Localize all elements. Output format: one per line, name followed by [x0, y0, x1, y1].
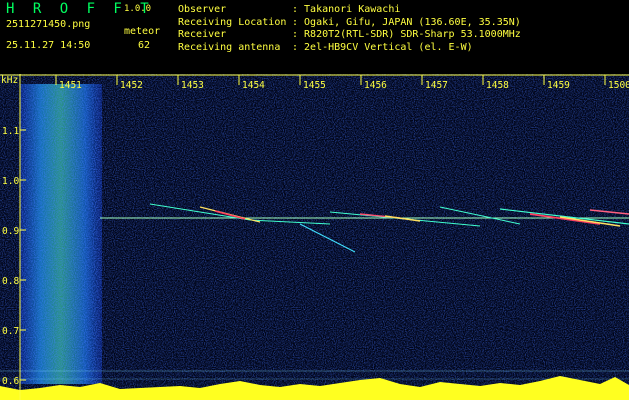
- interference-band-noise: [20, 84, 102, 384]
- time-tick-label: 1459: [547, 80, 570, 91]
- frequency-tick-label: 0.8: [2, 276, 19, 287]
- capture-datetime: 25.11.27 14:50: [6, 40, 91, 51]
- frequency-tick-label: 0.9: [2, 226, 19, 237]
- frequency-unit-label: kHz: [1, 75, 18, 86]
- time-tick-label: 1451: [59, 80, 82, 91]
- time-tick-label: 1458: [486, 80, 509, 91]
- info-antenna: Receiving antenna: 2el-HB9CV Vertical (e…: [178, 41, 473, 53]
- frequency-tick-label: 1.0: [2, 176, 19, 187]
- info-location: Receiving Location: Ogaki, Gifu, JAPAN (…: [178, 16, 521, 28]
- header-panel: H R O F F T 1.0.0 2511271450.png meteor …: [0, 0, 629, 74]
- info-receiver: Receiver: R820T2(RTL-SDR) SDR-Sharp 53.1…: [178, 29, 521, 40]
- time-tick-label: 1455: [303, 80, 326, 91]
- frequency-tick-label: 1.1: [2, 126, 19, 137]
- meteor-count: 62: [138, 40, 151, 51]
- info-observer: Observer: Takanori Kawachi: [178, 4, 401, 15]
- frequency-tick-label: 0.6: [2, 376, 19, 387]
- time-tick-label: 1452: [120, 80, 143, 91]
- file-name: 2511271450.png: [6, 19, 91, 30]
- meteor-label: meteor: [124, 26, 161, 37]
- frequency-tick-label: 0.7: [2, 326, 19, 337]
- time-tick-label: 1457: [425, 80, 448, 91]
- time-tick-label: 1454: [242, 80, 265, 91]
- time-tick-label: 1456: [364, 80, 387, 91]
- time-tick-label: 1453: [181, 80, 204, 91]
- spectrogram: 1451 1452 1453 1454 1455 1456 1457 1458 1459 1500…: [0, 74, 629, 400]
- station-info: Observer: Takanori Kawachi Receiving Loc…: [178, 4, 521, 54]
- time-tick-label: 1500: [608, 80, 629, 91]
- app-version: 1.0.0: [124, 4, 152, 14]
